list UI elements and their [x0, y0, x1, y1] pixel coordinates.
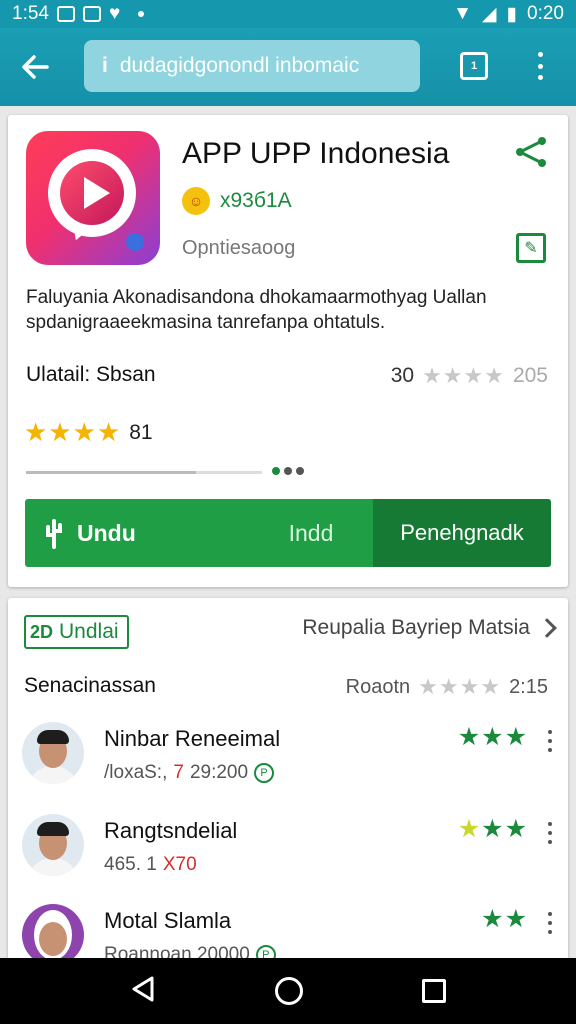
notification-dot-icon: [138, 11, 145, 17]
rating-row: ★★★★ 81: [24, 417, 153, 448]
review-menu-button[interactable]: [546, 822, 554, 844]
app-detail-card: APP UPP Indonesia ☺ x93б1A Opntiesaoog ✎…: [8, 115, 568, 587]
install-button[interactable]: Undu: [25, 499, 249, 567]
sort-summary[interactable]: Roaotn ★★★★ 2:15: [346, 674, 548, 700]
arrow-left-icon: [22, 55, 49, 79]
signal-icon: ◢: [481, 3, 497, 25]
badge-icon: P: [254, 763, 275, 783]
reviews-card: 2D Undlai Reupalia Bayriep Matsia Senaci…: [8, 598, 568, 998]
pencil-icon: ✎: [524, 240, 538, 257]
app-title: APP UPP Indonesia: [182, 137, 450, 170]
meta-stars: ★★★★: [422, 363, 505, 388]
review-meta: 465. 1 X70: [104, 854, 197, 876]
share-icon: [516, 137, 546, 167]
review-menu-button[interactable]: [546, 730, 554, 752]
app-description: Faluyania Akonadisandona dhokamaarmothya…: [26, 287, 487, 333]
nav-recents-button[interactable]: [422, 979, 447, 1003]
pager-dots[interactable]: [272, 467, 304, 475]
send-icon: [82, 6, 101, 22]
review-meta-red: 7: [173, 762, 184, 783]
review-stars-green: ★★: [481, 815, 528, 843]
review-meta-text: 465. 1: [104, 854, 157, 875]
tab-switcher-button[interactable]: 1: [460, 52, 488, 80]
sort-right-label: Roaotn: [345, 675, 411, 698]
review-stars-yellow: ★: [457, 815, 482, 843]
chip-icon: 2D: [30, 621, 54, 642]
review-item[interactable]: Rangtsndelial 465. 1 X70 ★★★: [22, 814, 554, 894]
review-meta-text: /loxaS:,: [104, 762, 168, 783]
status-time-left: 1:54: [12, 3, 49, 24]
chevron-right-icon: [537, 618, 557, 638]
nav-home-button[interactable]: [274, 977, 303, 1005]
app-logo-icon: [26, 131, 160, 265]
battery-icon: ▮: [506, 3, 518, 25]
info-icon: i: [102, 54, 108, 77]
cactus-icon: [46, 519, 62, 549]
rating-stars: ★★★★: [24, 417, 122, 447]
sort-stars: ★★★★: [418, 674, 502, 699]
nav-back-button[interactable]: [130, 975, 156, 1008]
review-meta-tail: 29:200: [189, 762, 249, 783]
avatar: [22, 722, 84, 784]
heart-shield-icon: ♥: [108, 3, 121, 24]
edit-button[interactable]: ✎: [516, 233, 546, 263]
back-button[interactable]: [0, 28, 70, 106]
review-meta-red: X70: [162, 854, 197, 875]
review-stars: ★★★: [458, 722, 528, 752]
review-item[interactable]: Ninbar Reneeimal /loxaS:, 7 29:200 P ★★★: [22, 722, 554, 802]
meta-count: 30: [390, 364, 415, 387]
triangle-back-icon: [132, 976, 154, 1001]
avatar: [22, 814, 84, 876]
rating-value: 81: [129, 420, 153, 444]
review-meta: /loxaS:, 7 29:200 P: [104, 762, 275, 784]
meta-summary: 30 ★★★★ 205: [391, 363, 548, 389]
wifi-icon: ▼: [453, 3, 472, 24]
system-nav-bar: [0, 958, 576, 1024]
meta-label: Ulatail: Sbsan: [26, 363, 156, 386]
screenshot-progress: [26, 471, 262, 474]
developer-row[interactable]: ☺ x93б1A: [182, 187, 292, 215]
action-bar: Undu Indd Penehgnadk: [25, 499, 551, 567]
open-button[interactable]: Indd: [249, 499, 373, 567]
app-toolbar: i dudagidgonondl inbomaic 1: [0, 28, 576, 106]
status-time-right: 0:20: [527, 3, 564, 24]
developer-name: x93б1A: [220, 189, 292, 212]
secondary-action-button[interactable]: Penehgnadk: [373, 499, 551, 567]
reviewer-name: Rangtsndelial: [104, 818, 238, 843]
gallery-icon: [56, 6, 75, 22]
progress-fill: [26, 471, 196, 474]
url-bar[interactable]: i dudagidgonondl inbomaic: [84, 40, 420, 92]
app-category: Opntiesaoog: [182, 237, 296, 259]
review-stars-green: ★★★: [457, 723, 528, 751]
status-bar: 1:54 ♥ ▼ ◢ ▮ 0:20: [0, 0, 576, 28]
overflow-menu-button[interactable]: [528, 48, 552, 84]
more-link-label: Reupalia Bayriep Matsia: [302, 616, 530, 639]
developer-emoji-icon: ☺: [182, 187, 210, 215]
review-stars: ★★: [481, 904, 528, 934]
review-menu-button[interactable]: [546, 912, 554, 934]
tab-count: 1: [470, 60, 478, 72]
sort-value: 2:15: [509, 675, 548, 698]
chip-label: Undlai: [59, 620, 119, 643]
open-label: Indd: [288, 519, 334, 546]
share-button[interactable]: [514, 135, 548, 169]
secondary-action-label: Penehgnadk: [400, 520, 524, 545]
see-all-reviews-link[interactable]: Reupalia Bayriep Matsia: [302, 616, 557, 640]
avatar: [22, 904, 84, 966]
reviews-chip[interactable]: 2D Undlai: [24, 615, 129, 649]
install-label: Undu: [77, 519, 136, 546]
reviewer-name: Ninbar Reneeimal: [104, 726, 281, 751]
review-stars: ★★★: [458, 814, 528, 844]
url-text: dudagidgonondl inbomaic: [119, 54, 360, 77]
review-stars-green: ★★: [481, 905, 528, 933]
reviewer-name: Motal Slamla: [104, 908, 232, 933]
meta-count-2: 205: [512, 364, 548, 387]
sort-label: Senacinassan: [24, 674, 156, 697]
